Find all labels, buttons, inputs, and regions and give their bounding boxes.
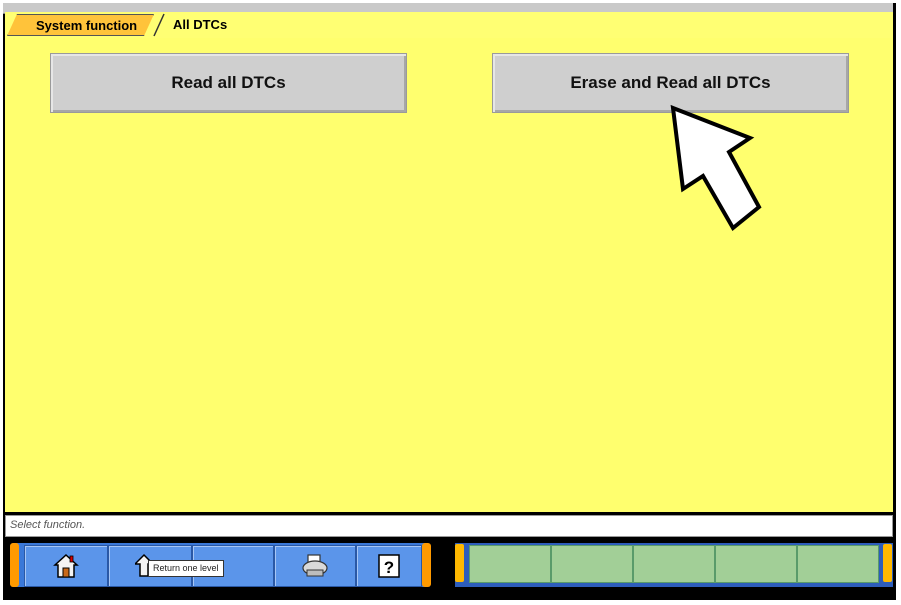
- breadcrumb-current: All DTCs: [173, 17, 228, 32]
- help-button[interactable]: ?: [356, 545, 422, 587]
- function-slot[interactable]: [633, 545, 715, 583]
- breadcrumb-separator-icon: [153, 13, 165, 37]
- pointer-arrow-icon: [670, 104, 762, 232]
- read-all-dtcs-button[interactable]: Read all DTCs: [50, 53, 407, 113]
- function-slot[interactable]: [715, 545, 797, 583]
- help-glyph: ?: [384, 558, 394, 577]
- toolbar-left-cap: [10, 543, 19, 587]
- breadcrumb-system-function[interactable]: System function: [7, 14, 154, 36]
- toolbar-right-cap: [422, 543, 431, 587]
- help-icon: ?: [378, 554, 400, 578]
- bottom-toolbar: ?: [5, 538, 893, 596]
- printer-icon: [302, 554, 328, 577]
- status-bar: Select function.: [5, 515, 893, 537]
- function-slots-toolbar: [455, 543, 893, 587]
- function-slot[interactable]: [797, 545, 879, 583]
- home-button[interactable]: [24, 545, 108, 587]
- breadcrumb: System function All DTCs: [5, 12, 893, 38]
- slots-left-cap: [455, 544, 464, 582]
- home-icon: [53, 553, 79, 578]
- tooltip-return-one-level: Return one level: [148, 560, 224, 577]
- print-button[interactable]: [274, 545, 356, 587]
- function-slot[interactable]: [551, 545, 633, 583]
- status-text: Select function.: [10, 519, 86, 531]
- slots-right-cap: [883, 544, 892, 582]
- function-slot[interactable]: [469, 545, 551, 583]
- breadcrumb-parent-label: System function: [36, 18, 138, 33]
